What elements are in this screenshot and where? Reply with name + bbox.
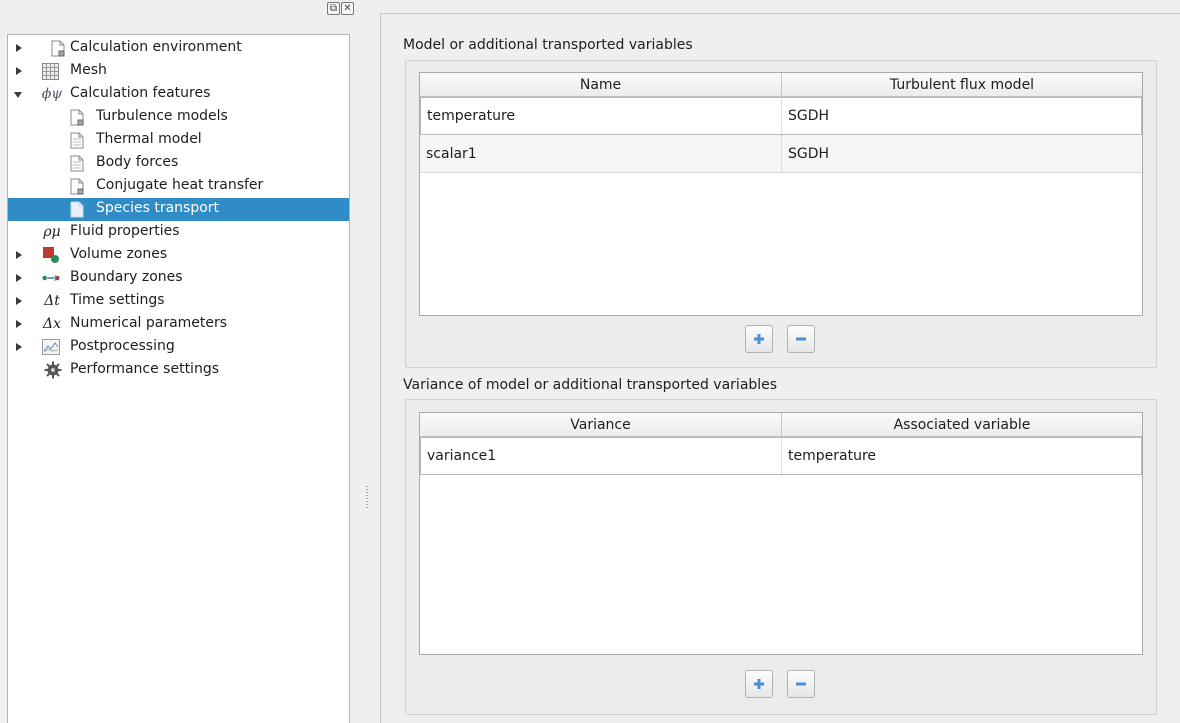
minus-icon [796, 337, 806, 341]
tree-item-time-settings[interactable]: Δt Time settings [8, 290, 349, 313]
add-variance-button[interactable] [745, 670, 773, 698]
boundary-zone-icon [42, 269, 60, 287]
expand-arrow-icon[interactable] [16, 343, 22, 351]
navigation-tree[interactable]: Calculation environment Mesh ϕψ Calculat… [7, 34, 350, 723]
tree-item-label: Fluid properties [70, 223, 180, 239]
column-header-name[interactable]: Name [420, 73, 782, 97]
collapse-arrow-icon[interactable] [14, 92, 22, 98]
tree-item-postprocessing[interactable]: Postprocessing [8, 336, 349, 359]
tree-item-calculation-features[interactable]: ϕψ Calculation features [8, 83, 349, 106]
turbulent-flux-model-cell[interactable]: SGDH [782, 98, 1141, 134]
tree-item-numerical-parameters[interactable]: Δx Numerical parameters [8, 313, 349, 336]
variable-name-cell[interactable]: scalar1 [420, 135, 782, 172]
expand-arrow-icon[interactable] [16, 67, 22, 75]
splitter-handle[interactable] [366, 486, 368, 508]
tree-item-label: Boundary zones [70, 269, 183, 285]
remove-variance-button[interactable] [787, 670, 815, 698]
variances-section-title: Variance of model or additional transpor… [403, 377, 778, 393]
expand-arrow-icon[interactable] [16, 251, 22, 259]
expand-arrow-icon[interactable] [16, 297, 22, 305]
tree-item-mesh[interactable]: Mesh [8, 60, 349, 83]
tree-item-turbulence-models[interactable]: Turbulence models [8, 106, 349, 129]
add-variable-button[interactable] [745, 325, 773, 353]
tree-item-volume-zones[interactable]: Volume zones [8, 244, 349, 267]
minus-icon [796, 682, 806, 686]
remove-variable-button[interactable] [787, 325, 815, 353]
variances-table[interactable]: Variance Associated variable variance1 t… [419, 412, 1143, 655]
table-row[interactable]: temperature SGDH [420, 97, 1142, 135]
tree-item-performance-settings[interactable]: Performance settings [8, 359, 349, 382]
document-icon [68, 200, 86, 218]
variables-section-title: Model or additional transported variable… [403, 37, 693, 53]
document-icon [68, 154, 86, 172]
volume-zone-icon [42, 246, 60, 264]
document-icon [68, 177, 86, 195]
phi-psi-icon: ϕψ [41, 86, 63, 102]
column-header-turbulent-flux-model[interactable]: Turbulent flux model [782, 73, 1142, 97]
expand-arrow-icon[interactable] [16, 274, 22, 282]
column-header-variance[interactable]: Variance [420, 413, 782, 437]
variance-name-cell[interactable]: variance1 [421, 438, 782, 474]
variables-table[interactable]: Name Turbulent flux model temperature SG… [419, 72, 1143, 316]
tree-item-label: Numerical parameters [70, 315, 228, 331]
gear-icon [44, 361, 62, 379]
expand-arrow-icon[interactable] [16, 320, 22, 328]
tree-item-label: Performance settings [70, 361, 219, 377]
tree-item-thermal-model[interactable]: Thermal model [8, 129, 349, 152]
dock-title-buttons: ⧉ ✕ [327, 2, 354, 15]
tree-item-conjugate-heat-transfer[interactable]: Conjugate heat transfer [8, 175, 349, 198]
delta-t-icon: Δt [44, 293, 60, 309]
table-row[interactable]: scalar1 SGDH [420, 135, 1142, 173]
tree-item-label: Time settings [70, 292, 165, 308]
column-header-associated-variable[interactable]: Associated variable [782, 413, 1142, 437]
tree-item-label: Turbulence models [96, 108, 228, 124]
rho-mu-icon: ρμ [43, 224, 61, 240]
close-icon[interactable]: ✕ [341, 2, 354, 15]
tree-item-label: Species transport [96, 200, 220, 216]
variables-table-header: Name Turbulent flux model [420, 73, 1142, 97]
tree-item-fluid-properties[interactable]: ρμ Fluid properties [8, 221, 349, 244]
plus-icon [754, 334, 764, 344]
float-icon[interactable]: ⧉ [327, 2, 340, 15]
delta-x-icon: Δx [42, 316, 61, 332]
turbulent-flux-model-cell[interactable]: SGDH [782, 135, 1142, 172]
table-row[interactable]: variance1 temperature [420, 437, 1142, 475]
tree-item-label: Postprocessing [70, 338, 175, 354]
tree-item-species-transport[interactable]: Species transport [8, 198, 349, 221]
associated-variable-cell[interactable]: temperature [782, 438, 1141, 474]
expand-arrow-icon[interactable] [16, 44, 22, 52]
tree-item-body-forces[interactable]: Body forces [8, 152, 349, 175]
chart-icon [42, 338, 60, 356]
tree-item-boundary-zones[interactable]: Boundary zones [8, 267, 349, 290]
tree-item-label: Conjugate heat transfer [96, 177, 264, 193]
tree-item-calculation-environment[interactable]: Calculation environment [8, 37, 349, 60]
tree-item-label: Mesh [70, 62, 107, 78]
tree-item-label: Calculation features [70, 85, 211, 101]
plus-icon [754, 679, 764, 689]
tree-item-label: Thermal model [96, 131, 202, 147]
document-icon [68, 131, 86, 149]
grid-icon [41, 62, 59, 80]
tree-item-label: Body forces [96, 154, 179, 170]
document-icon [49, 39, 67, 57]
document-icon [68, 108, 86, 126]
tree-item-label: Calculation environment [70, 39, 242, 55]
variances-table-header: Variance Associated variable [420, 413, 1142, 437]
variable-name-cell[interactable]: temperature [421, 98, 782, 134]
tree-item-label: Volume zones [70, 246, 168, 262]
